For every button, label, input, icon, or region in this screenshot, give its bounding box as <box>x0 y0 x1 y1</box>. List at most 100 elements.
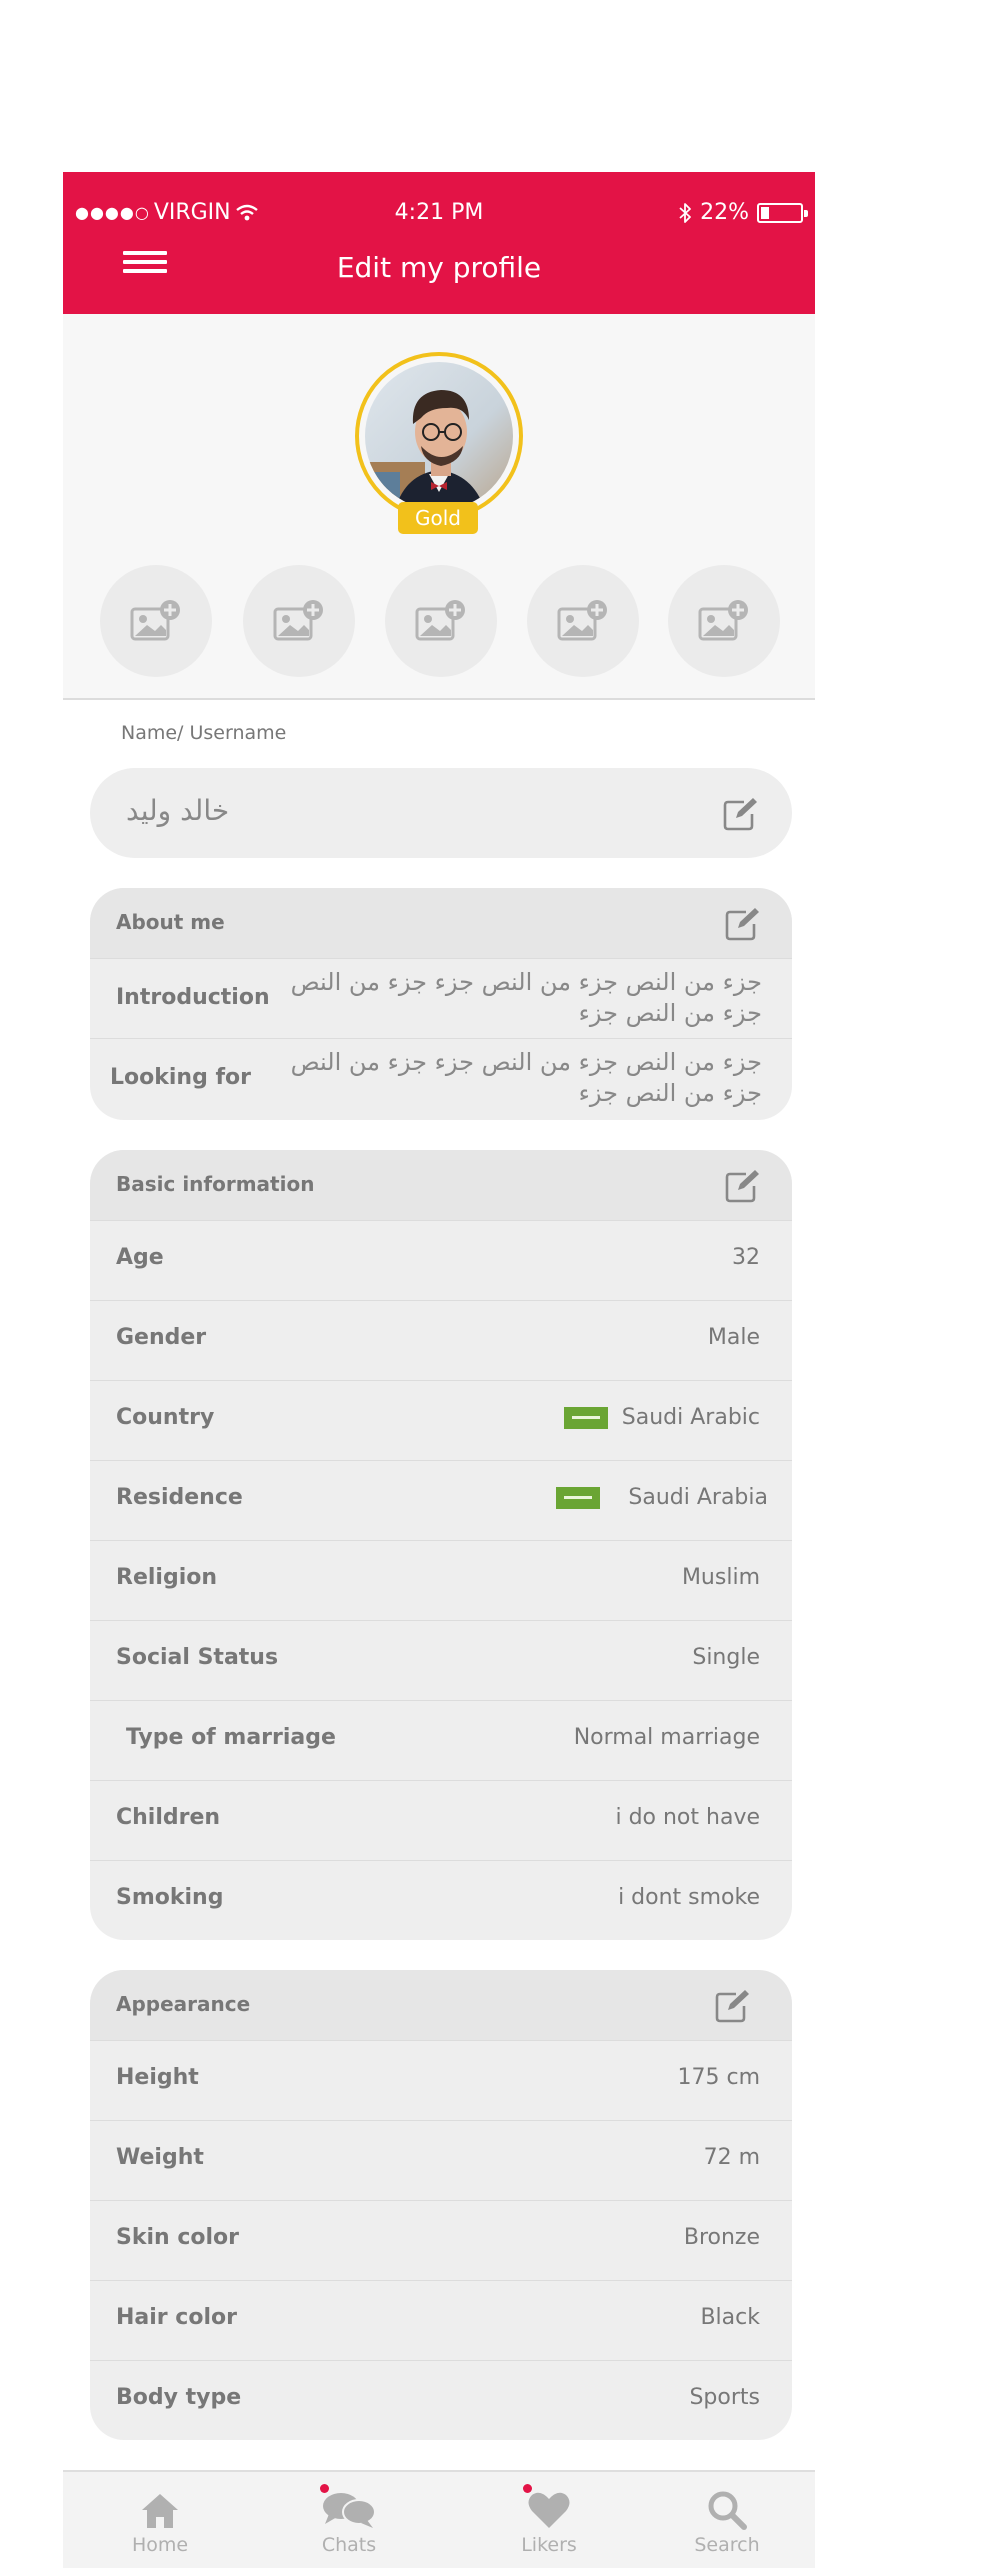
basic-row-type-of-marriage[interactable]: Type of marriage Normal marriage <box>90 1700 792 1780</box>
avatar-frame[interactable] <box>355 352 523 520</box>
row-value: Bronze <box>683 2225 760 2250</box>
row-label: Weight <box>116 2145 204 2170</box>
row-value: 72 m <box>703 2145 760 2170</box>
page-title: Edit my profile <box>336 251 542 284</box>
status-right: 22% <box>678 198 808 228</box>
row-value: Single <box>692 1645 760 1670</box>
row-label: Hair color <box>116 2305 237 2330</box>
edit-icon <box>715 1990 749 2023</box>
appearance-row-weight[interactable]: Weight 72 m <box>90 2120 792 2200</box>
basic-information-title: Basic information <box>116 1172 315 1196</box>
avatar-photo <box>365 362 513 510</box>
row-value: Male <box>707 1325 760 1350</box>
likers-notification-dot <box>523 2484 532 2493</box>
about-row-introduction[interactable]: Introduction جزء من النص جزء من النص جزء… <box>90 958 792 1038</box>
basic-row-smoking[interactable]: Smoking i dont smoke <box>90 1860 792 1940</box>
about-me-card: About me Introduction جزء من النص جزء من… <box>90 888 792 1120</box>
basic-information-card: Basic information Age 32 Gender Male Cou… <box>90 1150 792 1940</box>
tab-home[interactable]: Home <box>90 2486 230 2556</box>
basic-row-social-status[interactable]: Social Status Single <box>90 1620 792 1700</box>
add-image-icon <box>273 600 323 641</box>
row-label: Type of marriage <box>126 1725 336 1750</box>
home-icon <box>90 2486 230 2530</box>
name-value: خالد وليد <box>126 794 230 827</box>
battery-percent: 22% <box>700 200 749 225</box>
add-image-icon <box>698 600 748 641</box>
edit-appearance-button[interactable] <box>714 1988 752 2024</box>
add-photo-slot-2[interactable] <box>243 565 355 677</box>
name-field[interactable]: خالد وليد <box>90 768 792 858</box>
row-value: i dont smoke <box>618 1885 760 1910</box>
edit-about-button[interactable] <box>724 906 762 942</box>
row-value: Black <box>700 2305 760 2330</box>
about-row-looking-for[interactable]: Looking for جزء من النص جزء من النص جزء … <box>90 1038 792 1118</box>
chats-notification-dot <box>320 2484 329 2493</box>
basic-row-country[interactable]: Country Saudi Arabic <box>90 1380 792 1460</box>
about-me-header: About me <box>90 888 792 958</box>
add-image-icon <box>557 600 607 641</box>
search-icon-svg <box>708 2491 747 2530</box>
edit-icon <box>725 1170 759 1203</box>
search-icon <box>657 2486 797 2530</box>
tab-label: Chats <box>321 2534 377 2556</box>
add-photo-slot-3[interactable] <box>385 565 497 677</box>
about-row-label: Looking for <box>110 1065 252 1090</box>
add-image-icon <box>415 600 465 641</box>
row-value-country: Saudi Arabic <box>563 1405 760 1430</box>
home-icon-svg <box>142 2494 178 2528</box>
tab-label: Search <box>694 2534 760 2556</box>
battery-fill <box>761 207 769 219</box>
basic-row-children[interactable]: Children i do not have <box>90 1780 792 1860</box>
row-label: Social Status <box>116 1645 279 1670</box>
chats-icon <box>279 2484 419 2530</box>
row-value: Muslim <box>681 1565 760 1590</box>
membership-badge: Gold <box>398 502 478 534</box>
bottom-tab-bar: Home Chats Likers Search <box>63 2470 815 2568</box>
add-photo-slot-5[interactable] <box>668 565 780 677</box>
tab-label: Likers <box>521 2534 577 2556</box>
basic-row-gender[interactable]: Gender Male <box>90 1300 792 1380</box>
tab-likers[interactable]: Likers <box>479 2484 619 2556</box>
battery-icon <box>757 203 808 223</box>
row-value: i do not have <box>615 1805 760 1830</box>
tab-chats[interactable]: Chats <box>279 2484 419 2556</box>
basic-row-age[interactable]: Age 32 <box>90 1220 792 1300</box>
tab-label: Home <box>131 2534 189 2556</box>
row-value: Sports <box>689 2385 760 2410</box>
chats-icon-svg <box>323 2493 376 2528</box>
row-label: Children <box>116 1805 221 1830</box>
appearance-card: Appearance Height 175 cm Weight 72 m Ski… <box>90 1970 792 2440</box>
appearance-row-skin-color[interactable]: Skin color Bronze <box>90 2200 792 2280</box>
basic-row-religion[interactable]: Religion Muslim <box>90 1540 792 1620</box>
edit-name-button[interactable] <box>722 796 760 832</box>
about-row-label: Introduction <box>116 985 270 1010</box>
add-image-icon <box>130 600 180 641</box>
row-label: Country <box>116 1405 215 1430</box>
row-label: Religion <box>116 1565 218 1590</box>
appearance-row-body-type[interactable]: Body type Sports <box>90 2360 792 2440</box>
appearance-row-height[interactable]: Height 175 cm <box>90 2040 792 2120</box>
add-photo-slot-1[interactable] <box>100 565 212 677</box>
row-label: Body type <box>116 2385 242 2410</box>
about-row-text: جزء من النص جزء من النص جزء جزء من النص … <box>290 968 762 1027</box>
appearance-title: Appearance <box>116 1992 251 2016</box>
heart-icon-svg <box>528 2492 570 2528</box>
appearance-row-hair-color[interactable]: Hair color Black <box>90 2280 792 2360</box>
row-label: Skin color <box>116 2225 239 2250</box>
row-value: Saudi Arabic <box>621 1405 760 1430</box>
edit-basic-info-button[interactable] <box>724 1168 762 1204</box>
heart-icon <box>479 2484 619 2530</box>
saudi-flag-icon <box>563 1406 608 1429</box>
app-header: ●●●●○ VIRGIN 4:21 PM 22% Edit my profile <box>63 172 815 314</box>
basic-row-residence[interactable]: Residence Saudi Arabia <box>90 1460 792 1540</box>
about-row-text: جزء من النص جزء من النص جزء جزء من النص … <box>290 1048 762 1107</box>
bluetooth-icon <box>679 203 691 223</box>
basic-information-header: Basic information <box>90 1150 792 1220</box>
row-value: 32 <box>732 1245 760 1270</box>
tab-search[interactable]: Search <box>657 2486 797 2556</box>
row-value: Saudi Arabia <box>628 1485 768 1510</box>
add-photo-slot-4[interactable] <box>527 565 639 677</box>
row-label: Smoking <box>116 1885 224 1910</box>
row-label: Age <box>116 1245 164 1270</box>
row-label: Height <box>116 2065 199 2090</box>
